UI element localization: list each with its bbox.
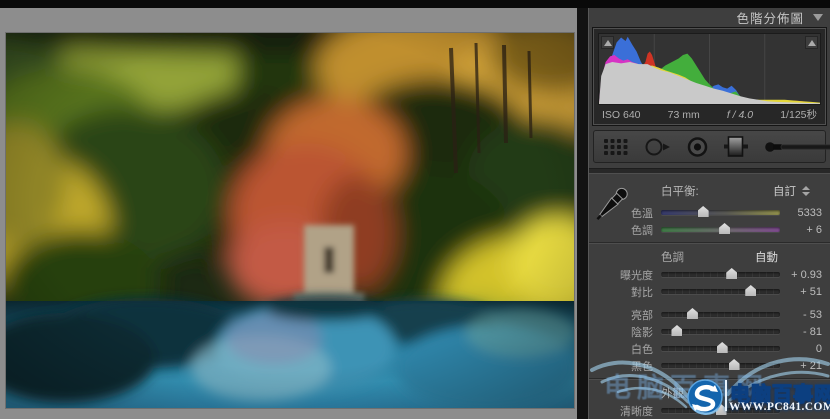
contrast-value: + 51 xyxy=(800,285,822,298)
adjustment-brush-icon xyxy=(765,141,830,152)
histogram-box: ISO 640 73 mm f / 4.0 1/125秒 xyxy=(592,27,827,126)
tone-header-row: 色調 自動 xyxy=(589,247,830,266)
whites-slider-track[interactable] xyxy=(661,342,780,353)
white-balance-section: 白平衡: 自訂 色溫 5333 色調 + 6 xyxy=(589,177,830,238)
exposure-value: + 0.93 xyxy=(791,268,822,281)
exif-focal-length: 73 mm xyxy=(667,108,700,121)
presence-header: 外觀 xyxy=(661,387,684,400)
exif-info-row: ISO 640 73 mm f / 4.0 1/125秒 xyxy=(594,105,825,124)
spot-removal-tool[interactable] xyxy=(644,137,671,157)
exif-iso: ISO 640 xyxy=(602,108,641,121)
whites-label: 白色 xyxy=(631,343,653,356)
tool-strip xyxy=(593,130,830,163)
lightroom-window: 色階分佈圖 ISO 640 73 mm f / 4.0 1/125秒 白平衡: … xyxy=(0,0,830,419)
blacks-label: 黑色 xyxy=(631,360,653,373)
highlights-value: - 53 xyxy=(803,308,822,321)
top-bar xyxy=(0,0,830,8)
contrast-label: 對比 xyxy=(631,286,653,299)
histogram-chart xyxy=(599,34,820,104)
highlights-slider-track[interactable] xyxy=(661,308,780,319)
exposure-slider-track[interactable] xyxy=(661,268,780,279)
photo-canvas[interactable] xyxy=(6,33,574,408)
exposure-slider-thumb[interactable] xyxy=(726,268,738,279)
shadows-slider-track[interactable] xyxy=(661,325,780,336)
tint-slider-thumb[interactable] xyxy=(719,223,731,234)
whites-slider-thumb[interactable] xyxy=(716,342,728,353)
clarity-label: 清晰度 xyxy=(620,405,653,418)
divider xyxy=(589,378,830,380)
spot-removal-icon xyxy=(645,138,670,155)
highlights-slider-row: 亮部 - 53 xyxy=(589,306,830,323)
highlight-clipping-indicator[interactable] xyxy=(805,36,818,49)
tint-slider-track[interactable] xyxy=(661,223,780,234)
tone-section: 色調 自動 曝光度 + 0.93 對比 + 51 亮部 - 53 陰影 - 81… xyxy=(589,247,830,374)
contrast-slider-row: 對比 + 51 xyxy=(589,283,830,300)
exposure-slider-row: 曝光度 + 0.93 xyxy=(589,266,830,283)
contrast-slider-thumb[interactable] xyxy=(745,285,757,296)
highlight-clip-icon xyxy=(807,39,816,46)
wb-preset-value: 自訂 xyxy=(773,185,796,198)
auto-tone-button[interactable]: 自動 xyxy=(755,249,778,265)
divider xyxy=(589,242,830,244)
updown-arrows-icon xyxy=(802,185,810,196)
section-groove xyxy=(589,168,830,174)
highlights-slider-thumb[interactable] xyxy=(686,308,698,319)
presence-section: 外觀 清晰度 鮮艷度 + 26 xyxy=(589,383,830,419)
clarity-slider-track[interactable] xyxy=(661,404,780,415)
shadows-slider-thumb[interactable] xyxy=(671,325,683,336)
panel-gap xyxy=(577,8,588,419)
shadow-clipping-indicator[interactable] xyxy=(601,36,614,49)
exif-aperture: f / 4.0 xyxy=(726,108,754,121)
temp-value: 5333 xyxy=(797,206,822,219)
blacks-slider-row: 黑色 + 21 xyxy=(589,357,830,374)
blacks-value: + 21 xyxy=(800,359,822,372)
whites-slider-row: 白色 0 xyxy=(589,340,830,357)
exposure-label: 曝光度 xyxy=(620,269,653,282)
histogram-plot[interactable] xyxy=(598,33,821,105)
whites-value: 0 xyxy=(815,342,822,355)
develop-panel: 色階分佈圖 ISO 640 73 mm f / 4.0 1/125秒 白平衡: … xyxy=(588,0,830,419)
tone-header: 色調 xyxy=(661,251,684,264)
contrast-slider-track[interactable] xyxy=(661,285,780,296)
temp-slider-thumb[interactable] xyxy=(697,206,709,217)
shadow-clip-icon xyxy=(603,39,612,46)
histogram-title: 色階分佈圖 xyxy=(736,12,804,26)
graduated-filter-tool[interactable] xyxy=(724,136,748,157)
shadows-slider-row: 陰影 - 81 xyxy=(589,323,830,340)
red-eye-icon xyxy=(687,136,708,157)
blacks-slider-thumb[interactable] xyxy=(728,359,740,370)
histogram-header[interactable]: 色階分佈圖 xyxy=(589,7,830,28)
graduated-filter-icon xyxy=(724,136,748,157)
crop-overlay-tool[interactable] xyxy=(604,138,628,155)
photo-image xyxy=(6,33,574,408)
shadows-value: - 81 xyxy=(803,325,822,338)
clarity-slider-row: 清晰度 xyxy=(589,402,830,419)
eyedropper-icon xyxy=(596,187,628,220)
clarity-slider-thumb[interactable] xyxy=(715,404,727,415)
collapse-triangle-icon[interactable] xyxy=(813,14,823,21)
wb-preset-selector[interactable]: 自訂 xyxy=(773,183,810,199)
exif-shutter: 1/125秒 xyxy=(780,109,817,121)
red-eye-tool[interactable] xyxy=(687,136,708,157)
shadows-label: 陰影 xyxy=(631,326,653,339)
tint-value: + 6 xyxy=(806,223,822,236)
adjustment-brush-tool[interactable] xyxy=(764,140,830,154)
temp-slider-track[interactable] xyxy=(661,206,780,217)
crop-grid-icon xyxy=(604,138,628,155)
wb-eyedropper-tool[interactable] xyxy=(593,182,631,226)
wb-label: 白平衡: xyxy=(661,185,699,198)
blacks-slider-track[interactable] xyxy=(661,359,780,370)
presence-header-row: 外觀 xyxy=(589,383,830,402)
highlights-label: 亮部 xyxy=(631,309,653,322)
